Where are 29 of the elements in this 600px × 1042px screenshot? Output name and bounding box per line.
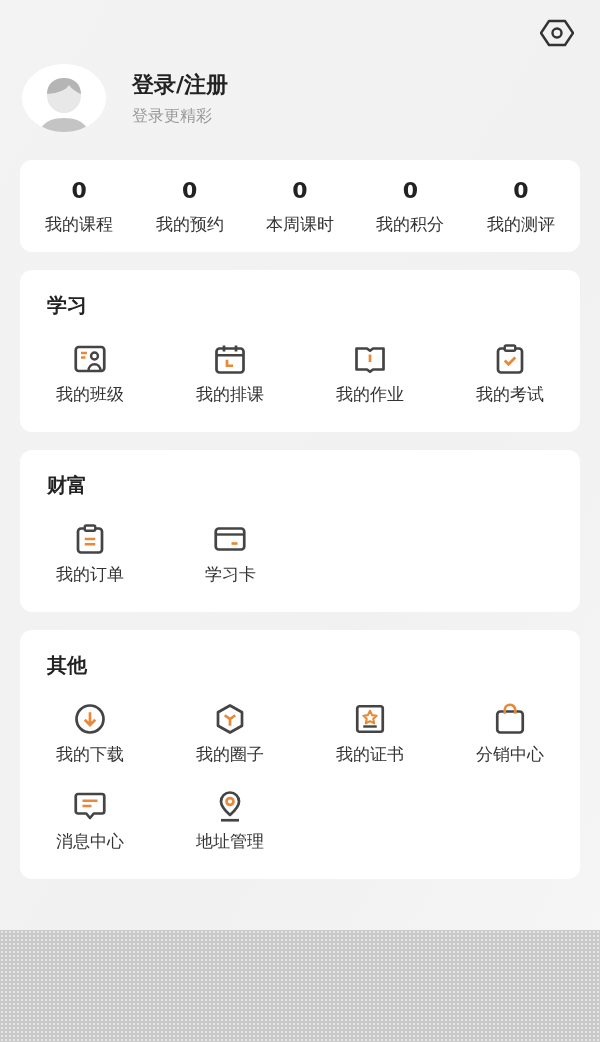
stat-label[interactable]: 我的积分 <box>376 213 445 236</box>
menu-item[interactable]: 我的考试 <box>476 383 544 406</box>
download-icon[interactable] <box>72 701 108 737</box>
menu-item[interactable]: 地址管理 <box>196 830 264 853</box>
stat-value: 0 <box>292 178 308 203</box>
stat-value: 0 <box>71 178 87 203</box>
login-subtitle: 登录更精彩 <box>132 105 213 127</box>
settings-icon[interactable] <box>540 18 574 48</box>
section-title: 学习 <box>47 292 88 319</box>
stat-value: 0 <box>181 178 198 203</box>
stat-label[interactable]: 本周课时 <box>266 213 334 236</box>
stat-label[interactable]: 我的测评 <box>486 213 555 236</box>
stat-label[interactable]: 我的预约 <box>155 213 224 236</box>
menu-item[interactable]: 我的班级 <box>56 383 124 406</box>
menu-item[interactable]: 我的订单 <box>56 563 124 586</box>
section-title: 其他 <box>47 652 88 679</box>
menu-item[interactable]: 我的证书 <box>336 743 404 766</box>
menu-item[interactable]: 我的下载 <box>56 743 124 766</box>
login-title[interactable]: 登录/注册 <box>132 69 229 100</box>
stat-label[interactable]: 我的课程 <box>45 213 114 236</box>
section-title: 财富 <box>47 472 88 499</box>
menu-item[interactable]: 消息中心 <box>56 830 124 853</box>
menu-item[interactable]: 学习卡 <box>204 563 256 586</box>
menu-item[interactable]: 我的排课 <box>196 383 264 406</box>
stat-value: 0 <box>513 178 529 203</box>
menu-item[interactable]: 我的圈子 <box>196 743 264 766</box>
menu-item[interactable]: 我的作业 <box>336 383 404 406</box>
menu-item[interactable]: 分销中心 <box>476 743 544 766</box>
stat-value: 0 <box>402 178 419 203</box>
